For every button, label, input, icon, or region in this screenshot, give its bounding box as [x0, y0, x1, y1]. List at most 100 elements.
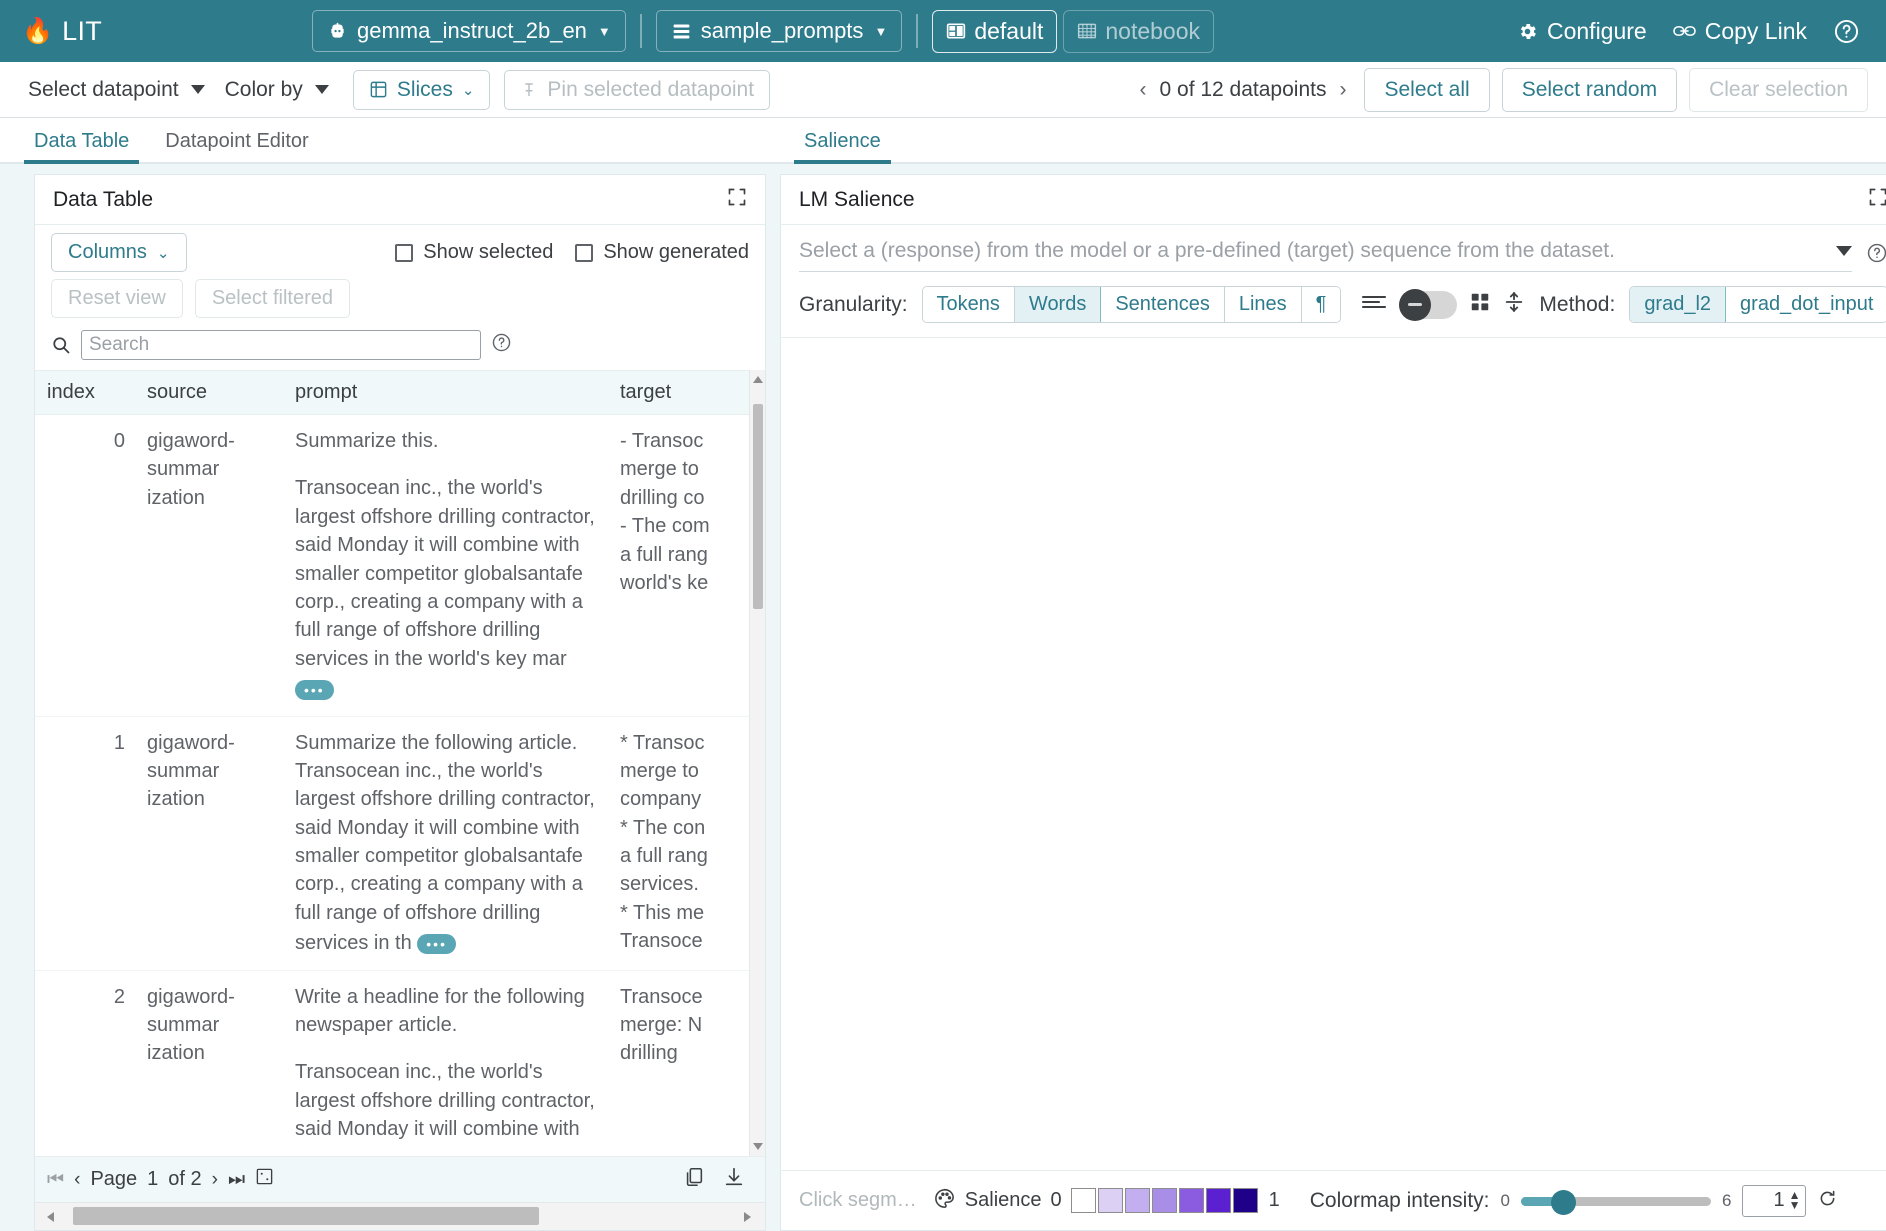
- column-header-source[interactable]: source: [135, 371, 283, 415]
- slices-button[interactable]: Slices ⌄: [353, 70, 491, 110]
- data-table-module: Data Table Columns ⌄ Sho: [34, 174, 766, 1231]
- reset-view-icon[interactable]: [255, 1167, 274, 1192]
- scroll-left-icon[interactable]: [47, 1212, 54, 1222]
- cell-target: Transoce merge: N drilling: [608, 970, 765, 1156]
- target-line: * The con: [620, 814, 765, 842]
- granularity-option-words[interactable]: Words: [1015, 287, 1101, 322]
- granularity-option-lines[interactable]: Lines: [1225, 287, 1302, 322]
- color-by-dropdown[interactable]: Color by: [215, 72, 339, 108]
- scroll-right-icon[interactable]: [744, 1212, 751, 1222]
- granularity-label: Granularity:: [799, 293, 908, 317]
- grid-view-icon[interactable]: [1469, 291, 1491, 318]
- colormap-intensity-control: Colormap intensity: 0 6 1 ▲▼: [1310, 1185, 1839, 1217]
- table-row[interactable]: 1 gigaword-summarization Summarize the f…: [35, 716, 765, 970]
- colormap-intensity-input[interactable]: 1 ▲▼: [1742, 1185, 1806, 1217]
- table-horizontal-scrollbar[interactable]: [35, 1202, 765, 1230]
- search-input[interactable]: [81, 330, 481, 360]
- split-view-icon[interactable]: [1503, 290, 1525, 319]
- column-header-prompt[interactable]: prompt: [283, 371, 608, 415]
- cell-prompt: Write a headline for the following newsp…: [283, 970, 608, 1156]
- clear-selection-button[interactable]: Clear selection: [1689, 68, 1868, 112]
- select-random-button[interactable]: Select random: [1502, 68, 1677, 112]
- app-title: LIT: [62, 16, 102, 47]
- salience-visualization-area[interactable]: [781, 338, 1886, 1170]
- dataset-name: sample_prompts: [701, 18, 864, 44]
- granularity-option-tokens[interactable]: Tokens: [923, 287, 1015, 322]
- target-line: * This me: [620, 899, 765, 927]
- show-generated-checkbox[interactable]: Show generated: [575, 241, 749, 264]
- slider-min-label: 0: [1501, 1191, 1510, 1211]
- expand-text-icon[interactable]: •••: [295, 680, 334, 700]
- tab-data-table[interactable]: Data Table: [34, 130, 129, 162]
- show-selected-label: Show selected: [423, 241, 553, 264]
- model-name: gemma_instruct_2b_en: [357, 18, 587, 44]
- help-circle-icon[interactable]: [1866, 242, 1886, 269]
- colormap-intensity-slider[interactable]: [1521, 1195, 1711, 1207]
- table-row[interactable]: 2 gigaword-summarization Write a headlin…: [35, 970, 765, 1156]
- target-line: - The com: [620, 512, 765, 540]
- cell-prompt: Summarize the following article. Transoc…: [283, 716, 608, 970]
- layout-option-notebook[interactable]: notebook: [1063, 10, 1214, 53]
- stepper-arrows[interactable]: ▲▼: [1789, 1192, 1801, 1208]
- cell-index: 0: [35, 415, 135, 717]
- pin-label: Pin selected datapoint: [547, 78, 754, 102]
- colormap-intensity-value: 1: [1773, 1189, 1784, 1212]
- download-icon[interactable]: [723, 1166, 745, 1194]
- next-page-icon[interactable]: ›: [212, 1169, 218, 1191]
- columns-button[interactable]: Columns ⌄: [51, 233, 187, 272]
- select-filtered-button[interactable]: Select filtered: [195, 279, 350, 318]
- copy-link-button[interactable]: Copy Link: [1673, 18, 1807, 45]
- text-density-icon[interactable]: [1361, 292, 1387, 317]
- slider-knob[interactable]: [1551, 1190, 1576, 1215]
- sequence-select[interactable]: Select a (response) from the model or a …: [799, 239, 1852, 272]
- prev-datapoint-icon[interactable]: ‹: [1140, 78, 1147, 102]
- swatch: [1098, 1188, 1123, 1213]
- last-page-icon[interactable]: ⏭: [228, 1169, 245, 1191]
- reset-icon[interactable]: [1817, 1188, 1838, 1214]
- copy-icon[interactable]: [683, 1166, 705, 1194]
- layout-option-default[interactable]: default: [932, 10, 1057, 53]
- help-button[interactable]: [1833, 18, 1860, 45]
- chevron-down-icon: [315, 85, 329, 94]
- expand-icon[interactable]: [727, 187, 747, 212]
- select-all-button[interactable]: Select all: [1364, 68, 1489, 112]
- configure-button[interactable]: Configure: [1517, 18, 1647, 45]
- column-header-index[interactable]: index: [35, 371, 135, 415]
- prev-page-icon[interactable]: ‹: [74, 1169, 80, 1191]
- select-datapoint-dropdown[interactable]: Select datapoint: [18, 72, 215, 108]
- tab-salience[interactable]: Salience: [804, 130, 881, 162]
- granularity-option-paragraphs[interactable]: ¶: [1302, 287, 1341, 322]
- model-selector[interactable]: gemma_instruct_2b_en ▼: [312, 10, 626, 52]
- copy-link-label: Copy Link: [1705, 18, 1807, 45]
- prompt-line: Transocean inc., the world's largest off…: [295, 474, 598, 673]
- app-bar: 🔥 LIT gemma_instruct_2b_en ▼ sample_prom…: [0, 0, 1886, 62]
- first-page-icon[interactable]: ⏮: [47, 1169, 64, 1191]
- table-row[interactable]: 0 gigaword-summarization Summarize this.…: [35, 415, 765, 717]
- expand-text-icon[interactable]: •••: [417, 934, 456, 954]
- chevron-down-icon: ⌄: [157, 244, 170, 262]
- granularity-option-sentences[interactable]: Sentences: [1101, 287, 1225, 322]
- method-option-grad-dot-input[interactable]: grad_dot_input: [1726, 287, 1886, 322]
- dataset-selector[interactable]: sample_prompts ▼: [656, 10, 903, 52]
- target-line: merge: N: [620, 1011, 765, 1039]
- scrollbar-thumb[interactable]: [753, 404, 763, 609]
- slices-icon: [369, 80, 388, 99]
- lm-salience-header: LM Salience: [781, 175, 1886, 225]
- show-generated-label: Show generated: [603, 241, 749, 264]
- next-datapoint-icon[interactable]: ›: [1339, 78, 1346, 102]
- scroll-up-icon[interactable]: [753, 376, 763, 383]
- tab-datapoint-editor[interactable]: Datapoint Editor: [165, 130, 308, 162]
- reset-view-button[interactable]: Reset view: [51, 279, 183, 318]
- expand-icon[interactable]: [1868, 187, 1886, 212]
- dense-view-toggle[interactable]: [1399, 291, 1457, 319]
- checkbox-icon: [395, 244, 413, 262]
- scroll-down-icon[interactable]: [753, 1143, 763, 1150]
- slider-max-label: 6: [1722, 1191, 1731, 1211]
- pin-selected-datapoint-button[interactable]: Pin selected datapoint: [504, 70, 770, 110]
- show-selected-checkbox[interactable]: Show selected: [395, 241, 553, 264]
- method-option-grad-l2[interactable]: grad_l2: [1630, 287, 1726, 322]
- column-header-target[interactable]: target: [608, 371, 765, 415]
- table-vertical-scrollbar[interactable]: [749, 370, 765, 1156]
- help-circle-icon[interactable]: [491, 332, 512, 358]
- scrollbar-thumb[interactable]: [73, 1207, 539, 1225]
